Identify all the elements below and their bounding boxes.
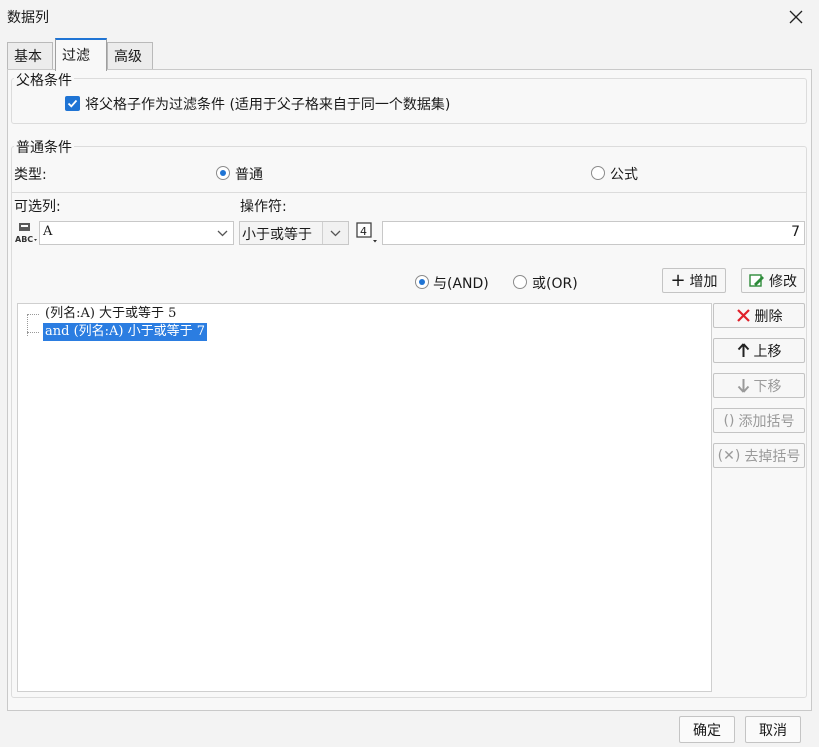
filter-panel: 父格条件 将父格子作为过滤条件 (适用于父子格来自于同一个数据集) 普通条件 类… [7,69,812,711]
column-select[interactable]: A [39,221,234,245]
tab-advanced[interactable]: 高级 [107,42,153,70]
move-up-button[interactable]: 上移 [713,338,805,363]
value-type-icon[interactable]: 4 [355,221,381,245]
title-bar: 数据列 [0,0,819,34]
type-normal-label: 普通 [235,167,263,183]
move-down-button[interactable]: 下移 [713,373,805,398]
logic-and-label: 与(AND) [433,276,489,292]
arrow-up-icon [737,343,749,357]
type-normal-radio[interactable] [216,166,230,180]
chevron-down-icon [330,230,341,237]
add-bracket-button[interactable]: () 添加括号 [713,408,805,433]
normal-condition-label: 普通条件 [14,137,74,157]
delete-button[interactable]: 删除 [713,303,805,328]
tab-basic[interactable]: 基本 [7,42,53,70]
plus-icon: + [670,270,686,291]
chevron-down-icon [217,230,228,237]
divider [11,192,807,193]
parent-as-filter-checkbox[interactable] [65,96,80,111]
close-icon [789,10,803,24]
move-up-label: 上移 [753,343,782,360]
logic-or-radio[interactable] [513,275,527,289]
parent-as-filter-label: 将父格子作为过滤条件 (适用于父子格来自于同一个数据集) [85,97,451,113]
type-formula-label: 公式 [610,167,638,183]
checkmark-icon [67,99,78,108]
operator-select[interactable]: 小于或等于 [239,221,349,245]
logic-and-radio[interactable] [415,275,429,289]
column-type-icon[interactable]: ABC [15,222,39,244]
ok-button[interactable]: 确定 [679,716,735,743]
arrow-down-icon [737,379,749,393]
cancel-button[interactable]: 取消 [745,716,801,743]
remove-bracket-label: 去掉括号 [744,448,801,465]
value-input[interactable]: 7 [382,221,805,245]
close-button[interactable] [773,0,819,34]
tab-filter[interactable]: 过滤 [55,38,107,71]
operator-label: 操作符: [240,199,287,215]
parent-condition-label: 父格条件 [14,70,74,90]
add-condition-button[interactable]: + 增加 [662,268,726,293]
window-title: 数据列 [7,10,49,26]
add-bracket-label: 添加括号 [738,413,795,430]
tree-line [27,314,39,315]
modify-condition-button[interactable]: 修改 [741,268,805,293]
add-condition-label: 增加 [689,273,718,290]
remove-bracket-button[interactable]: (✕) 去掉括号 [713,443,805,468]
operator-dropdown-button[interactable] [322,222,348,244]
delete-x-icon [736,309,750,322]
type-label: 类型: [14,167,47,183]
move-down-label: 下移 [753,378,782,395]
edit-icon [749,273,764,287]
operator-select-value: 小于或等于 [242,227,312,243]
type-formula-radio[interactable] [591,166,605,180]
value-input-text: 7 [791,224,800,240]
svg-text:ABC: ABC [15,235,33,244]
bracket-icon: () [723,412,735,429]
condition-tree[interactable]: (列名:A) 大于或等于 5 and (列名:A) 小于或等于 7 [17,303,712,692]
column-select-value: A [43,224,53,239]
condition-node-selected[interactable]: and (列名:A) 小于或等于 7 [43,323,208,341]
condition-node[interactable]: (列名:A) 大于或等于 5 [43,305,178,323]
remove-bracket-icon: (✕) [717,447,741,464]
modify-condition-label: 修改 [769,273,797,290]
tree-line [27,332,39,333]
column-label: 可选列: [14,199,61,215]
logic-or-label: 或(OR) [532,276,578,292]
delete-label: 删除 [754,308,783,325]
svg-text:4: 4 [360,225,367,238]
